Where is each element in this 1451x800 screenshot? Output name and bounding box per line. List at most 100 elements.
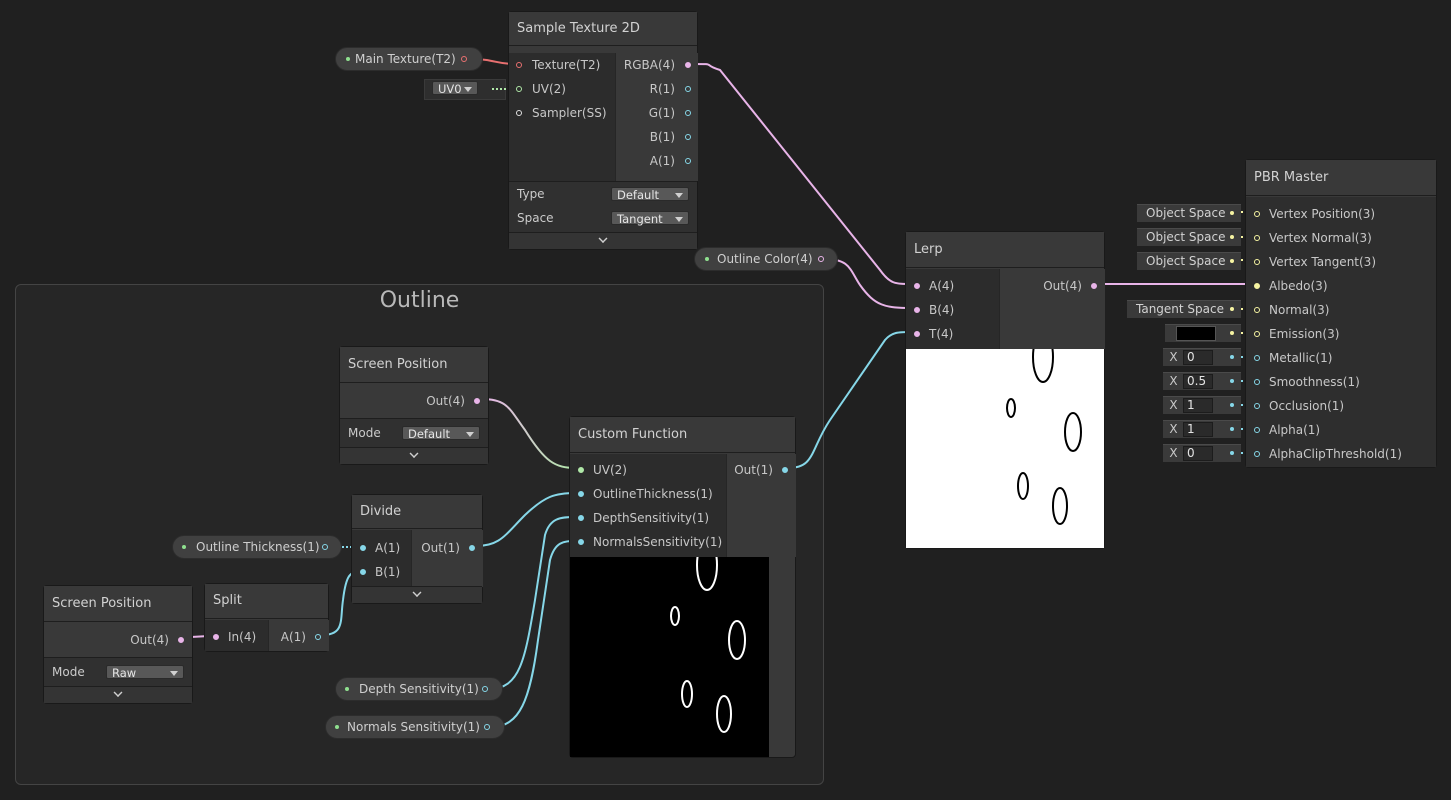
input-port-depth-sensitivity[interactable]: DepthSensitivity(1) bbox=[570, 506, 726, 530]
lerp-node[interactable]: Lerp A(4) B(4) T(4) Out(4) bbox=[905, 231, 1105, 549]
split-node[interactable]: Split In(4) A(1) bbox=[204, 583, 329, 652]
node-title: PBR Master bbox=[1254, 170, 1329, 185]
depth-sensitivity-property[interactable]: Depth Sensitivity(1) bbox=[335, 677, 503, 701]
output-port-rgba[interactable]: RGBA(4) bbox=[616, 53, 698, 77]
connector-dot-icon bbox=[1230, 379, 1234, 383]
port-icon bbox=[178, 637, 184, 643]
sample-texture-2d-node[interactable]: Sample Texture 2D Texture(T2) UV(2) Samp… bbox=[508, 11, 698, 250]
port-icon bbox=[1254, 211, 1260, 217]
output-port-out[interactable]: Out(4) bbox=[1000, 274, 1105, 298]
vertex-tangent-space-slot[interactable]: Object Space bbox=[1137, 252, 1241, 270]
input-port-normals-sensitivity[interactable]: NormalsSensitivity(1) bbox=[570, 530, 726, 554]
input-port-emission[interactable]: Emission(3) bbox=[1246, 322, 1436, 346]
output-port-g[interactable]: G(1) bbox=[616, 101, 698, 125]
input-port-a[interactable]: A(1) bbox=[352, 536, 411, 560]
expand-preview-button[interactable] bbox=[509, 232, 697, 249]
property-label: Depth Sensitivity(1) bbox=[359, 682, 479, 696]
port-icon bbox=[516, 62, 522, 68]
input-port-uv[interactable]: UV(2) bbox=[570, 458, 726, 482]
output-port-out[interactable]: Out(1) bbox=[412, 536, 483, 560]
input-port-vertex-normal[interactable]: Vertex Normal(3) bbox=[1246, 226, 1436, 250]
screen-position-node-top[interactable]: Screen Position Out(4) Mode Default bbox=[339, 346, 489, 465]
port-icon bbox=[1254, 259, 1260, 265]
chevron-down-icon bbox=[466, 432, 474, 437]
alpha-clip-value-slot[interactable]: X0 bbox=[1163, 444, 1241, 462]
input-port-metallic[interactable]: Metallic(1) bbox=[1246, 346, 1436, 370]
node-title: Sample Texture 2D bbox=[517, 21, 640, 36]
connector-dot-icon bbox=[1230, 259, 1234, 263]
input-port-sampler[interactable]: Sampler(SS) bbox=[509, 101, 615, 125]
property-indicator-icon bbox=[182, 545, 186, 549]
port-icon bbox=[1254, 379, 1260, 385]
property-label: Outline Color(4) bbox=[717, 252, 813, 266]
input-port-texture[interactable]: Texture(T2) bbox=[509, 53, 615, 77]
pbr-master-node[interactable]: PBR Master Vertex Position(3) Vertex Nor… bbox=[1245, 159, 1437, 468]
input-port-smoothness[interactable]: Smoothness(1) bbox=[1246, 370, 1436, 394]
input-port-occlusion[interactable]: Occlusion(1) bbox=[1246, 394, 1436, 418]
input-port-vertex-tangent[interactable]: Vertex Tangent(3) bbox=[1246, 250, 1436, 274]
wire-normals-to-custom bbox=[490, 540, 577, 728]
input-port-alpha[interactable]: Alpha(1) bbox=[1246, 418, 1436, 442]
output-port-icon[interactable] bbox=[484, 724, 490, 730]
output-port-out[interactable]: Out(1) bbox=[727, 458, 796, 482]
expand-preview-button[interactable] bbox=[340, 447, 488, 464]
input-port-t[interactable]: T(4) bbox=[906, 322, 999, 346]
output-port-icon[interactable] bbox=[461, 56, 467, 62]
normals-sensitivity-property[interactable]: Normals Sensitivity(1) bbox=[325, 715, 505, 739]
outline-thickness-property[interactable]: Outline Thickness(1) bbox=[172, 535, 342, 559]
outline-color-property[interactable]: Outline Color(4) bbox=[694, 247, 838, 271]
port-icon bbox=[685, 110, 691, 116]
output-port-b[interactable]: B(1) bbox=[616, 125, 698, 149]
input-port-b[interactable]: B(4) bbox=[906, 298, 999, 322]
input-port-outline-thickness[interactable]: OutlineThickness(1) bbox=[570, 482, 726, 506]
port-icon bbox=[1254, 331, 1260, 337]
custom-function-node[interactable]: Custom Function UV(2) OutlineThickness(1… bbox=[569, 416, 796, 758]
occlusion-value-slot[interactable]: X1 bbox=[1163, 396, 1241, 414]
output-port-out[interactable]: Out(4) bbox=[44, 628, 192, 652]
smoothness-value-slot[interactable]: X 0.5 bbox=[1163, 372, 1241, 390]
mode-dropdown[interactable]: Default bbox=[402, 426, 480, 441]
input-port-uv[interactable]: UV(2) bbox=[509, 77, 615, 101]
input-port-a[interactable]: A(4) bbox=[906, 274, 999, 298]
space-dropdown[interactable]: Tangent bbox=[611, 211, 689, 226]
metallic-value-slot[interactable]: X0 bbox=[1163, 348, 1241, 366]
input-port-vertex-position[interactable]: Vertex Position(3) bbox=[1246, 202, 1436, 226]
main-texture-property[interactable]: Main Texture(T2) bbox=[335, 47, 483, 71]
output-port-icon[interactable] bbox=[482, 686, 488, 692]
output-port-icon[interactable] bbox=[322, 544, 328, 550]
wire-custom-to-lerp-t bbox=[787, 331, 913, 469]
output-port-icon[interactable] bbox=[818, 256, 824, 262]
emission-color-slot[interactable] bbox=[1165, 324, 1241, 342]
expand-preview-button[interactable] bbox=[352, 586, 482, 603]
property-indicator-icon bbox=[705, 257, 709, 261]
port-icon bbox=[360, 545, 366, 551]
output-port-r[interactable]: R(1) bbox=[616, 77, 698, 101]
output-port-out[interactable]: Out(4) bbox=[340, 389, 488, 413]
input-port-alpha-clip-threshold[interactable]: AlphaClipThreshold(1) bbox=[1246, 442, 1436, 466]
alpha-value-slot[interactable]: X1 bbox=[1163, 420, 1241, 438]
output-port-a[interactable]: A(1) bbox=[616, 149, 698, 173]
mode-dropdown[interactable]: Raw bbox=[106, 665, 184, 680]
input-port-in[interactable]: In(4) bbox=[205, 625, 268, 649]
port-icon bbox=[1254, 235, 1260, 241]
input-port-albedo[interactable]: Albedo(3) bbox=[1246, 274, 1436, 298]
expand-preview-button[interactable] bbox=[44, 686, 192, 703]
output-port-a[interactable]: A(1) bbox=[269, 625, 329, 649]
node-title: Lerp bbox=[914, 242, 943, 257]
emission-color-swatch[interactable] bbox=[1176, 326, 1216, 341]
input-port-b[interactable]: B(1) bbox=[352, 560, 411, 584]
node-title: Screen Position bbox=[348, 357, 448, 372]
vertex-position-space-slot[interactable]: Object Space bbox=[1137, 204, 1241, 222]
port-icon bbox=[469, 545, 475, 551]
type-dropdown[interactable]: Default bbox=[611, 187, 689, 202]
input-port-normal[interactable]: Normal(3) bbox=[1246, 298, 1436, 322]
chevron-down-icon bbox=[409, 449, 419, 458]
screen-position-node-bottom[interactable]: Screen Position Out(4) Mode Raw bbox=[43, 585, 193, 704]
port-icon bbox=[1254, 283, 1260, 289]
vertex-normal-space-slot[interactable]: Object Space bbox=[1137, 228, 1241, 246]
chevron-down-icon bbox=[464, 87, 472, 92]
port-icon bbox=[685, 62, 691, 68]
divide-node[interactable]: Divide A(1) B(1) Out(1) bbox=[351, 494, 483, 604]
uv-channel-dropdown[interactable]: UV0 bbox=[432, 81, 478, 96]
normal-space-slot[interactable]: Tangent Space bbox=[1127, 300, 1241, 318]
